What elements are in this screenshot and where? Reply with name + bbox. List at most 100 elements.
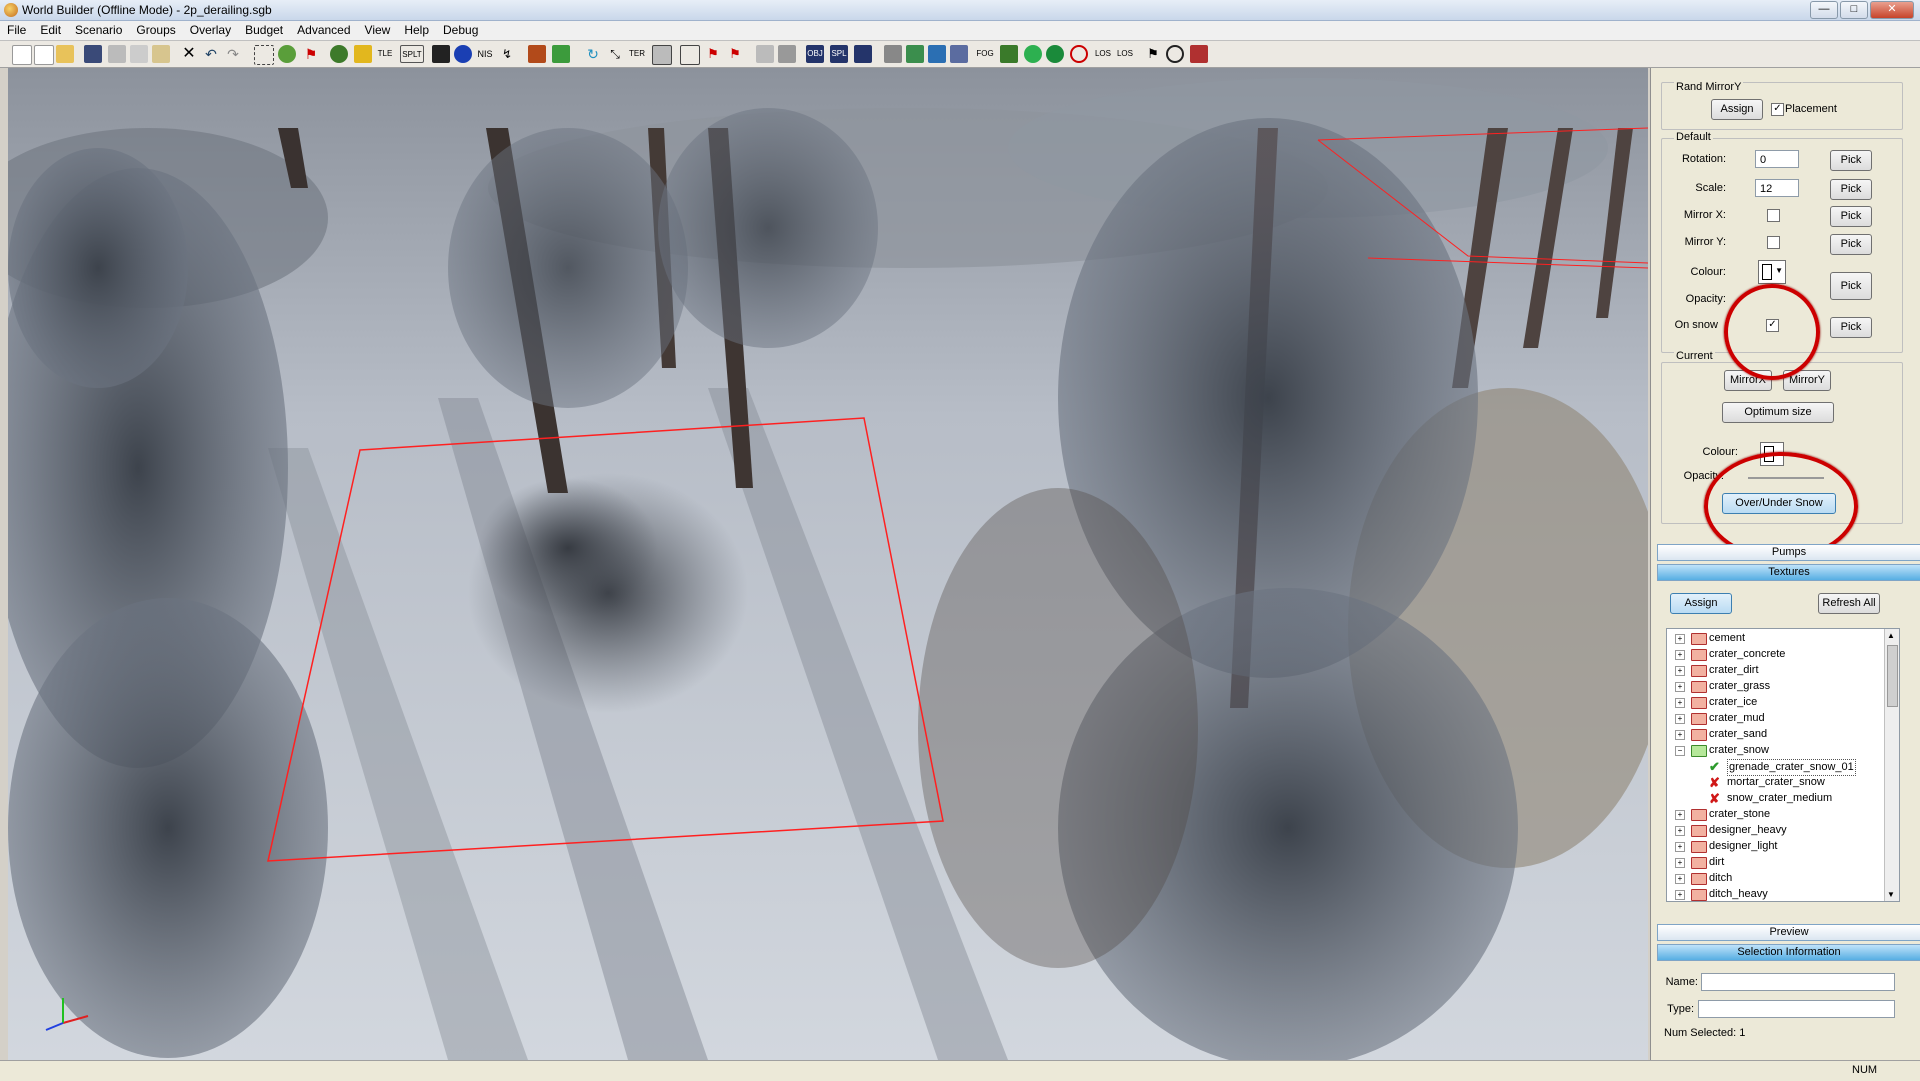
menu-overlay[interactable]: Overlay [183,21,238,39]
menu-view[interactable]: View [358,21,398,39]
colour-dropdown[interactable]: ▼ [1758,260,1786,284]
nis-button[interactable]: NIS [476,45,494,63]
save-icon[interactable] [84,45,102,63]
tle-button[interactable]: TLE [376,45,394,63]
checker-icon[interactable] [884,45,902,63]
measure-icon[interactable]: ⤡ [606,45,624,63]
collapse-icon[interactable]: − [1675,746,1685,756]
menu-file[interactable]: File [0,21,33,39]
los2-button[interactable]: LOS [1116,45,1134,63]
expand-icon[interactable]: + [1675,858,1685,868]
minimize-button[interactable]: — [1810,1,1838,19]
expand-icon[interactable]: + [1675,874,1685,884]
los-button[interactable]: LOS [1094,45,1112,63]
menu-scenario[interactable]: Scenario [68,21,129,39]
colour-pick-button[interactable]: Pick [1830,272,1872,300]
clock-icon[interactable] [1166,45,1184,63]
bush-icon[interactable] [330,45,348,63]
expand-icon[interactable]: + [1675,714,1685,724]
memory-icon[interactable] [756,45,774,63]
undo-icon[interactable]: ↶ [202,45,220,63]
expand-icon[interactable]: + [1675,826,1685,836]
copy-icon[interactable] [130,45,148,63]
new-document-icon[interactable] [34,45,54,65]
expand-icon[interactable]: + [1675,650,1685,660]
scale-pick-button[interactable]: Pick [1830,179,1872,200]
mirror-y-checkbox[interactable] [1767,236,1780,249]
mirror-x-checkbox[interactable] [1767,209,1780,222]
splt-button[interactable]: SPLT [400,45,424,63]
open-folder-icon[interactable] [56,45,74,63]
select-icon[interactable] [254,45,274,65]
water-icon[interactable] [454,45,472,63]
refresh-all-button[interactable]: Refresh All [1818,593,1880,614]
close-button[interactable]: ✕ [1870,1,1914,19]
refresh-icon[interactable]: ↻ [584,45,602,63]
new-icon[interactable] [12,45,32,65]
sky-icon[interactable] [928,45,946,63]
expand-icon[interactable]: + [1675,698,1685,708]
scroll-down-icon[interactable]: ▼ [1887,890,1895,899]
maximize-button[interactable]: □ [1840,1,1868,19]
chart-icon[interactable] [552,45,570,63]
3d-viewport[interactable] [8,68,1648,1060]
expand-icon[interactable]: + [1675,730,1685,740]
sector-icon[interactable] [1046,45,1064,63]
textures-assign-button[interactable]: Assign [1670,593,1732,614]
territory-icon[interactable] [1070,45,1088,63]
marker2-icon[interactable]: ⚑ [726,45,744,63]
terrain-paint-icon[interactable] [528,45,546,63]
expand-icon[interactable]: + [1675,890,1685,900]
landscape-icon[interactable] [906,45,924,63]
name-field[interactable] [1701,973,1895,991]
type-field[interactable] [1698,1000,1895,1018]
paste-icon[interactable] [152,45,170,63]
rand-assign-button[interactable]: Assign [1711,99,1763,120]
textures-section-header[interactable]: Textures [1657,564,1920,581]
obj-button[interactable]: OBJ [806,45,824,63]
expand-icon[interactable]: + [1675,842,1685,852]
road-icon[interactable] [432,45,450,63]
tree-scrollbar[interactable]: ▲ ▼ [1884,629,1899,901]
expand-icon[interactable]: + [1675,810,1685,820]
menu-edit[interactable]: Edit [33,21,68,39]
mirror-x-pick-button[interactable]: Pick [1830,206,1872,227]
texture-tree[interactable]: + cement + crater_concrete + crater_dirt + c… [1666,628,1900,902]
menu-debug[interactable]: Debug [436,21,485,39]
pumps-section-header[interactable]: Pumps [1657,544,1920,561]
flag-icon[interactable]: ⚑ [302,45,320,63]
placement-checkbox[interactable]: ✓ [1771,103,1784,116]
menu-groups[interactable]: Groups [129,21,182,39]
grid-icon[interactable] [652,45,672,65]
selection-info-section-header[interactable]: Selection Information [1657,944,1920,961]
audio-icon[interactable] [1190,45,1208,63]
redo-icon[interactable]: ↷ [224,45,242,63]
expand-icon[interactable]: + [1675,682,1685,692]
flags-icon[interactable]: ⚑ [1144,45,1162,63]
layer-icon[interactable] [1000,45,1018,63]
scroll-thumb[interactable] [1887,645,1898,707]
mirror-y-pick-button[interactable]: Pick [1830,234,1872,255]
stats-icon[interactable] [778,45,796,63]
menu-budget[interactable]: Budget [238,21,290,39]
marker-icon[interactable]: ⚑ [704,45,722,63]
rotation-input[interactable]: 0 [1755,150,1799,168]
on-snow-pick-button[interactable]: Pick [1830,317,1872,338]
menu-advanced[interactable]: Advanced [290,21,357,39]
tree-icon[interactable] [278,45,296,63]
ter-button[interactable]: TER [628,45,646,63]
spline-icon[interactable]: ↯ [498,45,516,63]
camera-icon[interactable] [950,45,968,63]
scroll-up-icon[interactable]: ▲ [1887,631,1895,640]
menu-help[interactable]: Help [397,21,436,39]
path-icon[interactable] [854,45,872,63]
spl-button[interactable]: SPL [830,45,848,63]
rotation-pick-button[interactable]: Pick [1830,150,1872,171]
expand-icon[interactable]: + [1675,666,1685,676]
fog-button[interactable]: FOG [976,45,994,63]
expand-icon[interactable]: + [1675,634,1685,644]
optimum-size-button[interactable]: Optimum size [1722,402,1834,423]
preview-section-header[interactable]: Preview [1657,924,1920,941]
scale-input[interactable]: 12 [1755,179,1799,197]
window-icon[interactable] [680,45,700,65]
